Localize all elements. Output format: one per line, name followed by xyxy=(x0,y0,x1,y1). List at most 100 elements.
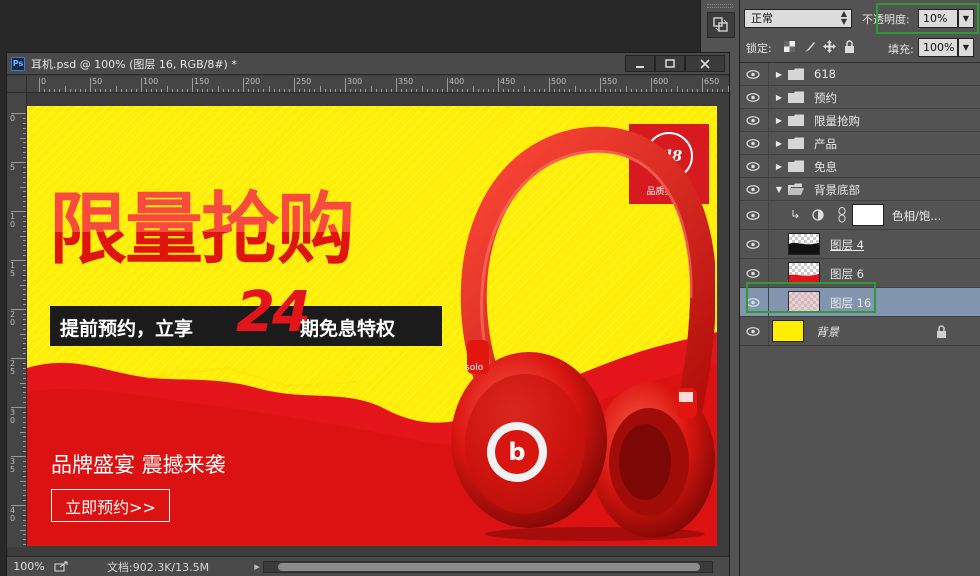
panel-grip[interactable] xyxy=(707,4,733,8)
expand-arrow-icon[interactable]: ▶ xyxy=(774,91,784,103)
horizontal-ruler[interactable]: 0 50 100 150 200 250 300 350 400 450 500 550 600 650 xyxy=(27,76,729,93)
zoom-field[interactable]: 100% xyxy=(7,560,51,573)
ruler-minor-tick xyxy=(197,89,199,92)
checker-icon xyxy=(783,40,795,52)
maximize-button[interactable] xyxy=(655,55,685,72)
layer-row-hue-saturation[interactable]: 色相/饱... xyxy=(740,201,980,230)
ruler-minor-tick xyxy=(54,89,56,92)
visibility-toggle[interactable] xyxy=(744,266,762,280)
expand-arrow-icon[interactable]: ▶ xyxy=(774,114,784,126)
visibility-toggle[interactable] xyxy=(744,159,762,173)
layer-row-layer-6[interactable]: 图层 6 xyxy=(740,259,980,288)
layer-row-layer-4[interactable]: 图层 4 xyxy=(740,230,980,259)
ruler-minor-tick xyxy=(151,89,153,92)
fill-slider-button[interactable]: ▼ xyxy=(958,38,974,57)
visibility-toggle[interactable] xyxy=(744,295,762,309)
layer-row-xianliang[interactable]: ▶ 限量抢购 xyxy=(740,109,980,132)
horizontal-scrollbar[interactable] xyxy=(263,561,713,573)
ruler-minor-tick xyxy=(74,89,76,92)
visibility-toggle[interactable] xyxy=(744,237,762,251)
layer-row-yuyue[interactable]: ▶ 预约 xyxy=(740,86,980,109)
ruler-minor-tick xyxy=(135,89,137,92)
ruler-label: 40 xyxy=(10,506,16,523)
visibility-toggle[interactable] xyxy=(744,324,762,338)
divider xyxy=(768,109,769,131)
ruler-minor-tick xyxy=(722,89,724,92)
ruler-label: 25 xyxy=(10,359,16,376)
ruler-minor-tick xyxy=(20,382,26,384)
layer-name: 免息 xyxy=(814,160,837,174)
ruler-origin[interactable] xyxy=(7,76,27,93)
ruler-minor-tick xyxy=(727,86,729,92)
ruler-minor-tick xyxy=(23,421,26,423)
expand-arrow-icon[interactable]: ▶ xyxy=(774,160,784,172)
ruler-minor-tick xyxy=(23,392,26,394)
ruler-minor-tick xyxy=(528,89,530,92)
ruler-minor-tick xyxy=(23,411,26,413)
vertical-ruler[interactable]: 051015202530354045 xyxy=(7,93,27,547)
fill-input[interactable]: 100% xyxy=(918,38,958,57)
layer-row-mianxi[interactable]: ▶ 免息 xyxy=(740,155,980,178)
ruler-minor-tick xyxy=(23,460,26,462)
layer-row-background-bottom[interactable]: ▼ 背景底部 xyxy=(740,178,980,201)
visibility-toggle[interactable] xyxy=(744,208,762,222)
ruler-minor-tick xyxy=(20,529,26,531)
open-folder-icon xyxy=(788,183,804,195)
eye-icon xyxy=(746,92,760,102)
ruler-minor-tick xyxy=(513,89,515,92)
lock-all-button[interactable] xyxy=(842,39,856,53)
blend-mode-select[interactable]: 正常 ▲ ▼ xyxy=(744,9,852,28)
ruler-minor-tick xyxy=(23,465,26,467)
visibility-toggle[interactable] xyxy=(744,67,762,81)
ruler-minor-tick xyxy=(23,353,26,355)
expand-arrow-icon[interactable]: ▶ xyxy=(774,68,784,80)
canvas[interactable]: 6l8 品质狂欢节 限量抢购 提前预约，立享 24 期免息特权 品牌盛宴 震撼来… xyxy=(27,106,717,546)
ruler-minor-tick xyxy=(23,127,26,129)
visibility-toggle[interactable] xyxy=(744,90,762,104)
headphone-brand: solo xyxy=(465,363,484,373)
opacity-input[interactable]: 10% xyxy=(918,9,958,28)
layer-row-background[interactable]: 背景 xyxy=(740,317,980,346)
lock-position-button[interactable] xyxy=(822,39,836,53)
ruler-minor-tick xyxy=(656,89,658,92)
history-panel-button[interactable] xyxy=(707,12,735,38)
document-titlebar[interactable]: Ps 耳机.psd @ 100% (图层 16, RGB/8#) * xyxy=(7,53,729,75)
visibility-toggle[interactable] xyxy=(744,182,762,196)
layer-row-618[interactable]: ▶ 618 xyxy=(740,63,980,86)
ruler-minor-tick xyxy=(23,215,26,217)
brush-stroke-thumb xyxy=(789,242,819,254)
minimize-button[interactable] xyxy=(625,55,655,72)
reserve-button[interactable]: 立即预约>> xyxy=(51,489,170,522)
lock-transparent-button[interactable] xyxy=(782,39,796,53)
move-icon xyxy=(822,39,836,53)
ruler-label: 0 xyxy=(10,114,16,123)
mask-thumbnail xyxy=(852,204,884,226)
ruler-minor-tick xyxy=(462,89,464,92)
ruler-minor-tick xyxy=(23,157,26,159)
lock-pixels-button[interactable] xyxy=(802,39,816,53)
ruler-tick xyxy=(702,78,703,92)
visibility-toggle[interactable] xyxy=(744,136,762,150)
ruler-minor-tick xyxy=(23,470,26,472)
opacity-slider-button[interactable]: ▼ xyxy=(958,9,974,28)
visibility-toggle[interactable] xyxy=(744,113,762,127)
scroll-thumb[interactable] xyxy=(278,563,700,571)
ruler-minor-tick xyxy=(579,89,581,92)
ruler-minor-tick xyxy=(487,89,489,92)
status-menu-arrow[interactable]: ▸ xyxy=(251,560,263,573)
stripe-texture-thumb xyxy=(789,292,819,312)
ruler-label: 100 xyxy=(143,77,159,86)
opacity-label: 不透明度: xyxy=(862,13,910,26)
collapse-arrow-icon[interactable]: ▼ xyxy=(774,183,784,195)
layer-row-layer-16[interactable]: 图层 16 xyxy=(740,288,980,317)
ruler-minor-tick xyxy=(559,89,561,92)
ruler-minor-tick xyxy=(375,89,377,92)
promo-suffix: 期免息特权 xyxy=(300,318,396,340)
ruler-label: 350 xyxy=(398,77,414,86)
ruler-minor-tick xyxy=(23,122,26,124)
share-icon[interactable] xyxy=(51,560,71,574)
expand-arrow-icon[interactable]: ▶ xyxy=(774,137,784,149)
close-button[interactable] xyxy=(685,55,725,72)
layer-row-chanpin[interactable]: ▶ 产品 xyxy=(740,132,980,155)
document-size[interactable]: 文档:902.3K/13.5M xyxy=(107,559,251,575)
